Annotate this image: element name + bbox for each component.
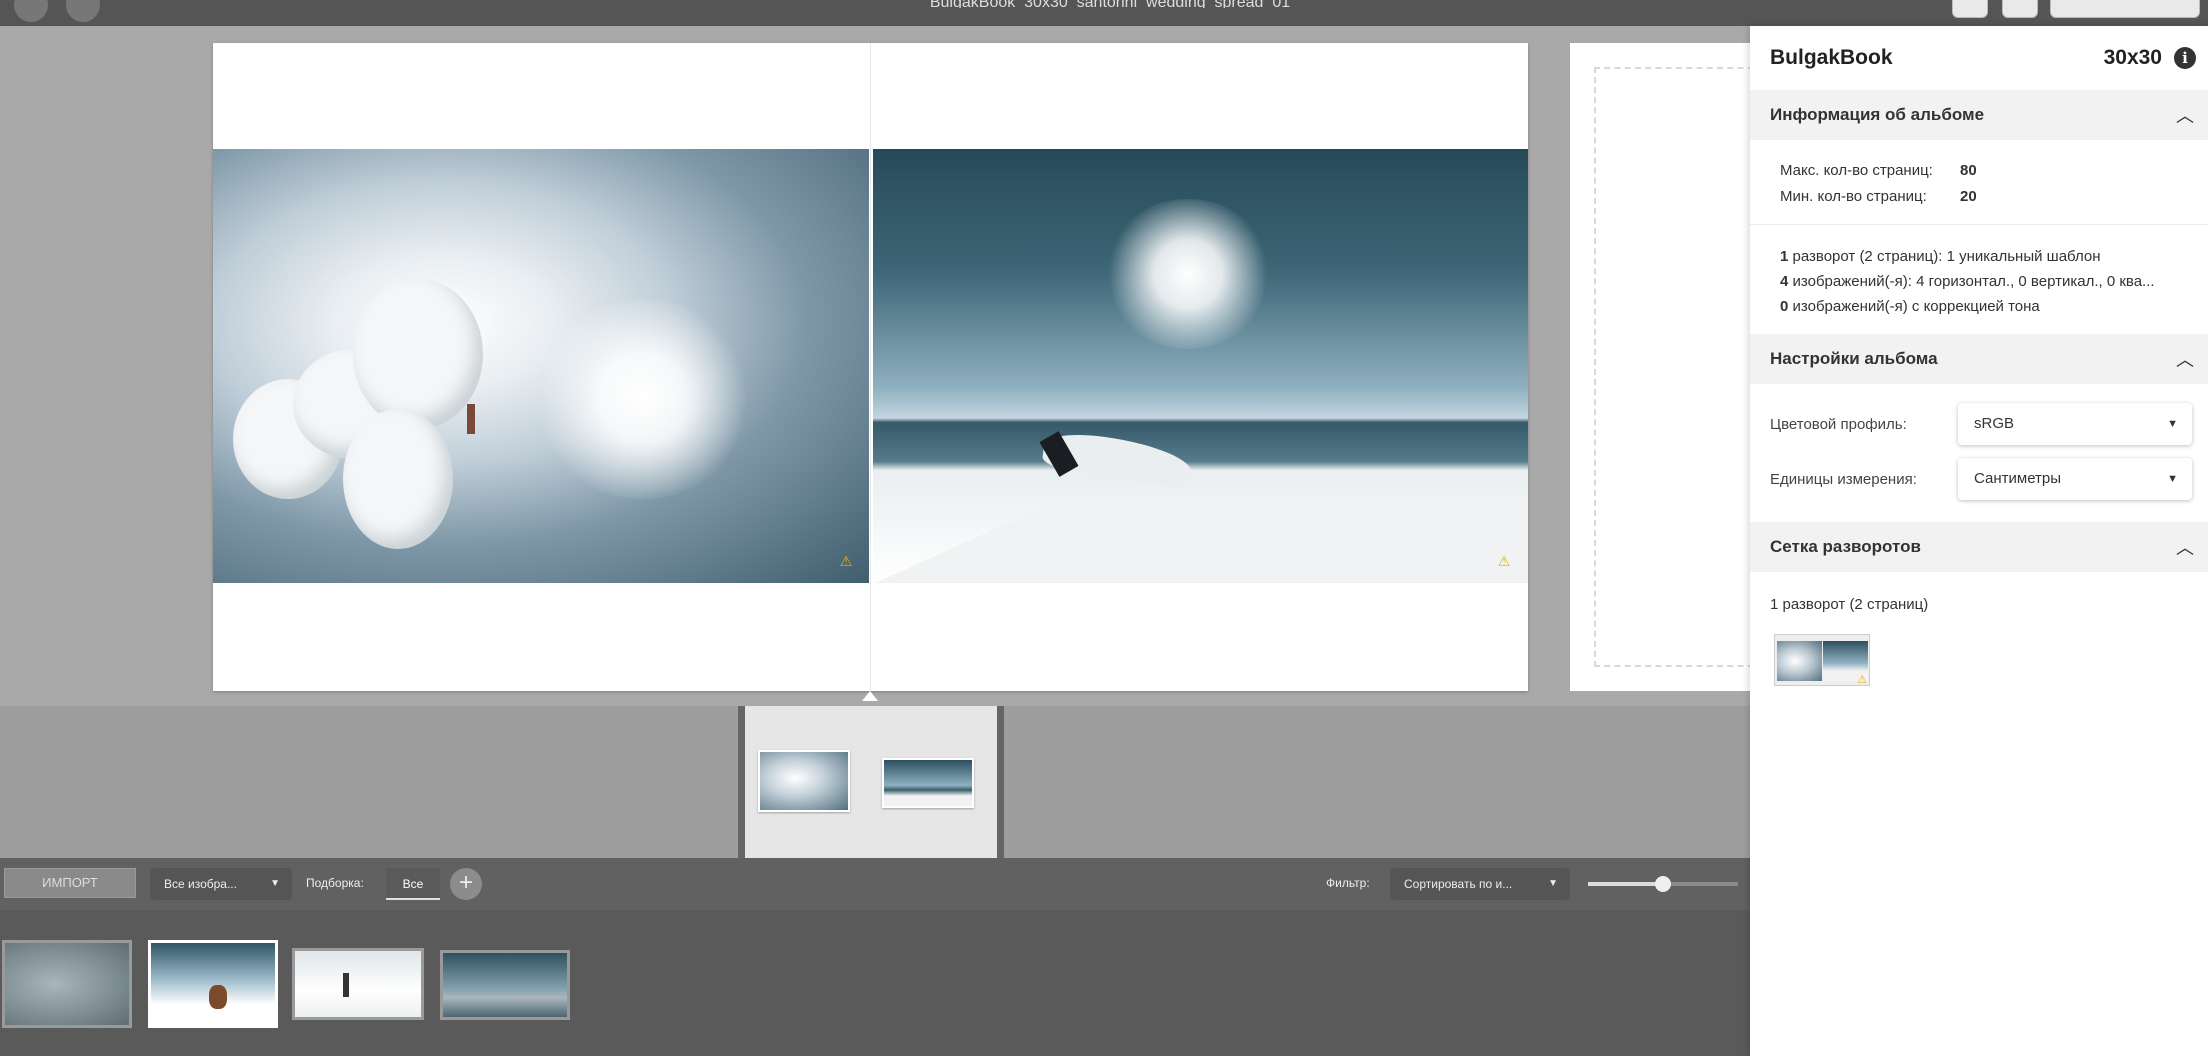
units-label: Единицы измерения: bbox=[1770, 471, 1917, 488]
top-bar: BulgakBook_30x30_santorini_wedding_sprea… bbox=[0, 0, 2208, 26]
images-dropdown[interactable]: Все изобра... ▼ bbox=[150, 868, 292, 900]
zoom-slider-thumb[interactable] bbox=[1655, 876, 1671, 892]
section-album-settings[interactable]: Настройки альбома ︿ bbox=[1750, 334, 2208, 384]
thumb-figure bbox=[343, 973, 349, 997]
color-profile-label: Цветовой профиль: bbox=[1770, 416, 1907, 433]
max-pages-value: 80 bbox=[1960, 162, 1977, 179]
spread-thumbnail-active[interactable] bbox=[738, 706, 1004, 858]
min-pages-label: Мин. кол-во страниц: bbox=[1780, 188, 1927, 205]
stat-tone-corrected: 0 изображений(-я) с коррекцией тона bbox=[1780, 298, 2040, 315]
color-profile-select[interactable]: sRGB ▼ bbox=[1958, 403, 2192, 445]
chevron-up-icon: ︿ bbox=[2176, 538, 2194, 558]
images-dropdown-value: Все изобра... bbox=[164, 877, 237, 891]
filter-label: Фильтр: bbox=[1326, 876, 1370, 890]
gallery-thumb[interactable] bbox=[2, 940, 132, 1028]
collection-all-tab[interactable]: Все bbox=[386, 868, 440, 900]
warning-icon[interactable]: ⚠ bbox=[1495, 553, 1513, 569]
color-profile-value: sRGB bbox=[1974, 415, 2015, 432]
divider bbox=[1750, 224, 2208, 225]
warning-icon[interactable]: ⚠ bbox=[837, 553, 855, 569]
photo-left-page[interactable]: ⚠ bbox=[213, 149, 869, 583]
section-album-info[interactable]: Информация об альбоме ︿ bbox=[1750, 90, 2208, 140]
sort-dropdown[interactable]: Сортировать по и... ▼ bbox=[1390, 868, 1570, 900]
chevron-up-icon: ︿ bbox=[2176, 106, 2194, 126]
gallery-thumb-selected[interactable] bbox=[148, 940, 278, 1028]
add-collection-button[interactable]: + bbox=[450, 868, 482, 900]
gallery-thumb[interactable] bbox=[440, 950, 570, 1020]
spread-grid-thumbnail[interactable]: ⚠ bbox=[1774, 634, 1870, 686]
toolbar-square-button[interactable] bbox=[1952, 0, 1988, 18]
gallery-thumb[interactable] bbox=[292, 948, 424, 1020]
forward-button[interactable] bbox=[66, 0, 100, 22]
thumb-figure bbox=[209, 985, 227, 1009]
empty-page-outline bbox=[1594, 67, 1764, 667]
sun-glow bbox=[1103, 199, 1273, 349]
spine-divider bbox=[870, 43, 871, 691]
caret-down-icon: ▼ bbox=[2167, 473, 2178, 485]
max-pages-label: Макс. кол-во страниц: bbox=[1780, 162, 1933, 179]
project-title: BulgakBook_30x30_santorini_wedding_sprea… bbox=[900, 0, 1320, 8]
section-spread-grid[interactable]: Сетка разворотов ︿ bbox=[1750, 522, 2208, 572]
photo-right-page[interactable]: ⚠ bbox=[873, 149, 1528, 583]
warning-icon: ⚠ bbox=[1857, 674, 1867, 686]
caret-down-icon: ▼ bbox=[1548, 878, 1558, 889]
spread-mini-right bbox=[882, 758, 974, 808]
album-spread[interactable]: ⚠ ⚠ bbox=[213, 43, 1528, 691]
order-button[interactable] bbox=[2050, 0, 2200, 18]
spread-strip bbox=[0, 706, 1750, 858]
units-select[interactable]: Сантиметры ▼ bbox=[1958, 458, 2192, 500]
spread-mini-left bbox=[758, 750, 850, 812]
back-button[interactable] bbox=[14, 0, 48, 22]
white-terrace bbox=[873, 501, 1528, 583]
image-toolbar: ИМПОРТ Все изобра... ▼ Подборка: Все + Ф… bbox=[0, 858, 1750, 910]
chevron-up-icon: ︿ bbox=[2176, 350, 2194, 370]
editor-canvas: ⚠ ⚠ bbox=[0, 26, 1764, 706]
panel-header: BulgakBook 30x30 i bbox=[1750, 26, 2208, 90]
units-value: Сантиметры bbox=[1974, 470, 2062, 487]
section-title: Настройки альбома bbox=[1770, 349, 1938, 368]
collections-label: Подборка: bbox=[306, 876, 364, 890]
spread-grid-summary: 1 разворот (2 страниц) bbox=[1770, 596, 1929, 613]
info-icon[interactable]: i bbox=[2174, 47, 2196, 69]
active-spread-pointer bbox=[862, 691, 878, 701]
min-pages-row: Мин. кол-во страниц: 20 bbox=[1780, 188, 1977, 205]
stat-images: 4 изображений(-я): 4 горизонтал., 0 верт… bbox=[1780, 273, 2155, 290]
section-title: Сетка разворотов bbox=[1770, 537, 1921, 556]
dress-fabric bbox=[353, 279, 483, 429]
bride-figure bbox=[467, 404, 475, 434]
min-pages-value: 20 bbox=[1960, 188, 1977, 205]
zoom-slider-fill bbox=[1588, 882, 1663, 886]
next-spread-placeholder[interactable] bbox=[1570, 43, 1764, 691]
stat-spreads: 1 разворот (2 страниц): 1 уникальный шаб… bbox=[1780, 248, 2101, 265]
sun-glow bbox=[533, 299, 753, 499]
grid-thumb-left bbox=[1777, 641, 1822, 681]
section-title: Информация об альбоме bbox=[1770, 105, 1985, 124]
import-button[interactable]: ИМПОРТ bbox=[4, 868, 136, 898]
caret-down-icon: ▼ bbox=[2167, 418, 2178, 430]
sort-dropdown-value: Сортировать по и... bbox=[1404, 877, 1513, 891]
max-pages-row: Макс. кол-во страниц: 80 bbox=[1780, 162, 1977, 179]
album-info-panel: BulgakBook 30x30 i Информация об альбоме… bbox=[1750, 26, 2208, 1056]
product-name: BulgakBook bbox=[1770, 46, 1893, 69]
caret-down-icon: ▼ bbox=[270, 878, 280, 889]
toolbar-square-button[interactable] bbox=[2002, 0, 2038, 18]
product-size: 30x30 bbox=[2103, 46, 2162, 69]
dress-fabric bbox=[343, 409, 453, 549]
image-gallery bbox=[0, 910, 1750, 1056]
